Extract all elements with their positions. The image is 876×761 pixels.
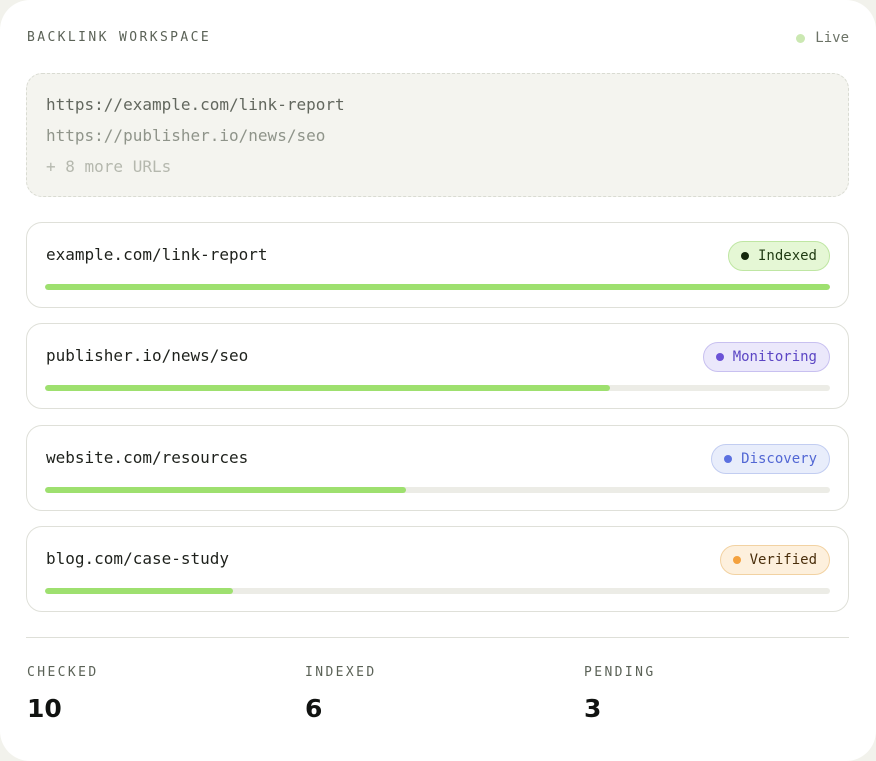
link-domain: example.com/link-report — [46, 245, 268, 264]
progress-fill — [45, 385, 611, 391]
link-domain: blog.com/case-study — [46, 549, 230, 568]
status-badge: Verified — [719, 545, 830, 575]
progress-bar — [45, 487, 830, 493]
url-input-area[interactable]: https://example.com/link-report https://… — [26, 73, 849, 197]
progress-bar — [45, 588, 830, 594]
status-dot-icon — [715, 353, 724, 361]
live-dot-icon — [796, 33, 806, 43]
link-row-3[interactable]: website.com/resources Discovery — [26, 425, 849, 511]
link-row-4[interactable]: blog.com/case-study Verified — [26, 526, 849, 612]
live-status-label: Live — [815, 30, 849, 46]
link-domain: publisher.io/news/seo — [46, 346, 249, 365]
workspace-title: BACKLINK WORKSPACE — [27, 30, 212, 45]
status-badge: Monitoring — [702, 342, 830, 372]
stat-label: INDEXED — [305, 665, 377, 680]
live-status: Live — [796, 30, 849, 46]
status-dot-icon — [740, 252, 749, 260]
status-dot-icon — [732, 556, 741, 564]
progress-bar — [45, 284, 830, 290]
stat-value: 6 — [305, 694, 323, 723]
stat-indexed: INDEXED 6 — [305, 665, 377, 723]
progress-fill — [45, 487, 407, 493]
stat-pending: PENDING 3 — [584, 665, 656, 723]
url-line-2: https://publisher.io/news/seo — [46, 126, 326, 145]
status-badge: Indexed — [727, 241, 830, 271]
progress-fill — [45, 588, 234, 594]
stat-label: CHECKED — [27, 665, 99, 680]
progress-bar — [45, 385, 830, 391]
link-row-1[interactable]: example.com/link-report Indexed — [26, 222, 849, 308]
stat-checked: CHECKED 10 — [27, 665, 99, 723]
divider — [26, 637, 849, 638]
status-badge-label: Indexed — [757, 248, 817, 264]
link-row-2[interactable]: publisher.io/news/seo Monitoring — [26, 323, 849, 409]
status-dot-icon — [724, 455, 733, 463]
more-urls-label: + 8 more URLs — [46, 157, 172, 176]
stat-value: 3 — [584, 694, 602, 723]
url-line-1: https://example.com/link-report — [46, 95, 345, 114]
header: BACKLINK WORKSPACE Live — [27, 30, 849, 48]
status-badge: Discovery — [711, 444, 830, 474]
status-badge-label: Verified — [749, 552, 817, 568]
progress-fill — [45, 284, 830, 290]
link-domain: website.com/resources — [46, 448, 249, 467]
stat-value: 10 — [27, 694, 62, 723]
status-badge-label: Monitoring — [732, 349, 817, 365]
status-badge-label: Discovery — [741, 451, 817, 467]
stat-label: PENDING — [584, 665, 656, 680]
backlink-workspace-card: BACKLINK WORKSPACE Live https://example.… — [0, 0, 876, 761]
